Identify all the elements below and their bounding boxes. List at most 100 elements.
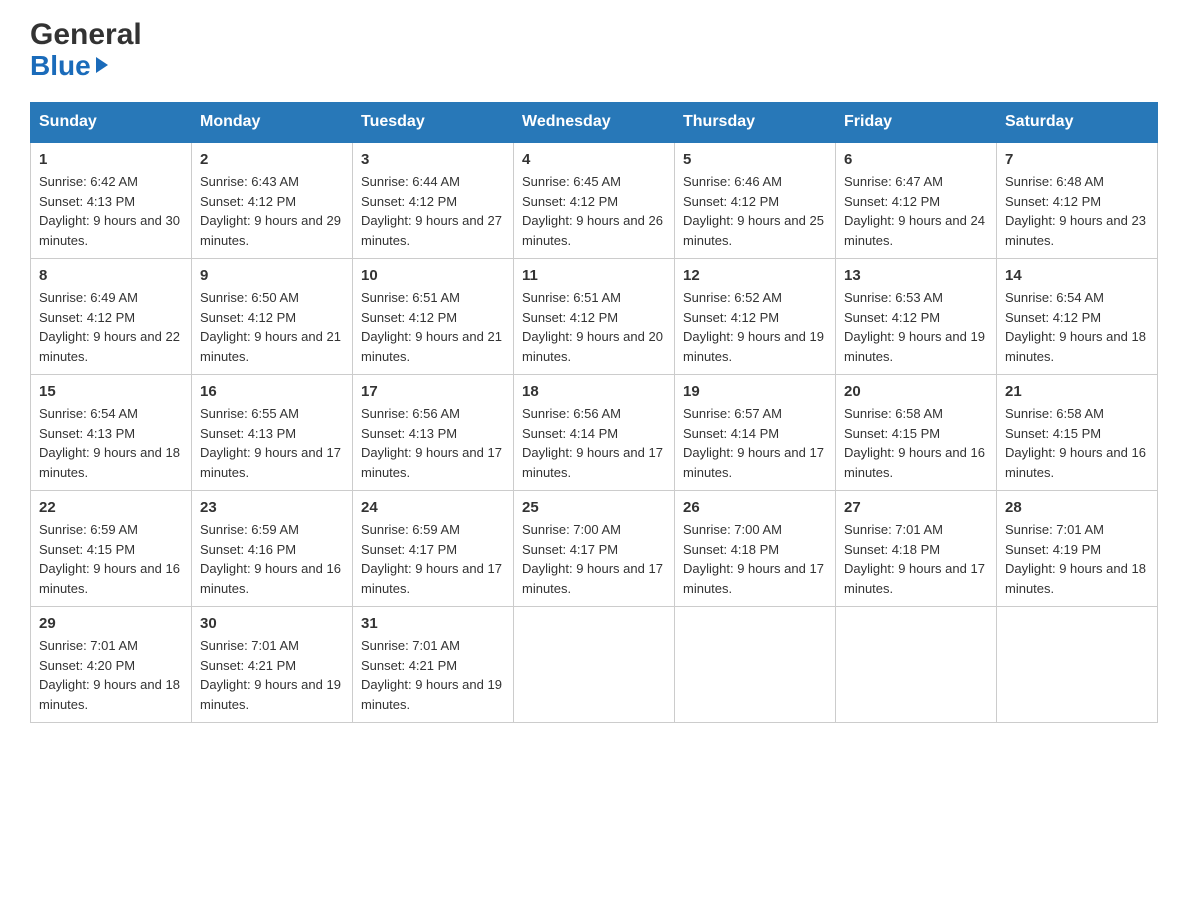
day-info: Sunrise: 6:59 AMSunset: 4:17 PMDaylight:… — [361, 520, 505, 598]
calendar-cell: 29 Sunrise: 7:01 AMSunset: 4:20 PMDaylig… — [31, 607, 192, 723]
weekday-header-sunday: Sunday — [31, 103, 192, 143]
day-number: 17 — [361, 383, 505, 400]
calendar-cell: 28 Sunrise: 7:01 AMSunset: 4:19 PMDaylig… — [997, 491, 1158, 607]
day-info: Sunrise: 7:01 AMSunset: 4:21 PMDaylight:… — [361, 636, 505, 714]
day-info: Sunrise: 6:58 AMSunset: 4:15 PMDaylight:… — [1005, 404, 1149, 482]
day-number: 18 — [522, 383, 666, 400]
weekday-header-friday: Friday — [836, 103, 997, 143]
day-number: 11 — [522, 267, 666, 284]
day-number: 6 — [844, 151, 988, 168]
calendar-cell: 31 Sunrise: 7:01 AMSunset: 4:21 PMDaylig… — [353, 607, 514, 723]
calendar-cell: 30 Sunrise: 7:01 AMSunset: 4:21 PMDaylig… — [192, 607, 353, 723]
day-info: Sunrise: 6:46 AMSunset: 4:12 PMDaylight:… — [683, 172, 827, 250]
calendar-cell: 16 Sunrise: 6:55 AMSunset: 4:13 PMDaylig… — [192, 375, 353, 491]
day-info: Sunrise: 7:01 AMSunset: 4:20 PMDaylight:… — [39, 636, 183, 714]
day-number: 20 — [844, 383, 988, 400]
calendar-cell: 20 Sunrise: 6:58 AMSunset: 4:15 PMDaylig… — [836, 375, 997, 491]
day-info: Sunrise: 6:50 AMSunset: 4:12 PMDaylight:… — [200, 288, 344, 366]
day-number: 26 — [683, 499, 827, 516]
day-number: 31 — [361, 615, 505, 632]
day-info: Sunrise: 6:45 AMSunset: 4:12 PMDaylight:… — [522, 172, 666, 250]
calendar-cell: 1 Sunrise: 6:42 AMSunset: 4:13 PMDayligh… — [31, 142, 192, 259]
calendar-body: 1 Sunrise: 6:42 AMSunset: 4:13 PMDayligh… — [31, 142, 1158, 723]
day-info: Sunrise: 7:01 AMSunset: 4:18 PMDaylight:… — [844, 520, 988, 598]
calendar-cell: 8 Sunrise: 6:49 AMSunset: 4:12 PMDayligh… — [31, 259, 192, 375]
page-header: General Blue — [30, 20, 1158, 82]
day-number: 13 — [844, 267, 988, 284]
weekday-header-tuesday: Tuesday — [353, 103, 514, 143]
calendar-cell: 24 Sunrise: 6:59 AMSunset: 4:17 PMDaylig… — [353, 491, 514, 607]
calendar-cell — [836, 607, 997, 723]
day-number: 12 — [683, 267, 827, 284]
calendar-cell: 26 Sunrise: 7:00 AMSunset: 4:18 PMDaylig… — [675, 491, 836, 607]
day-info: Sunrise: 6:47 AMSunset: 4:12 PMDaylight:… — [844, 172, 988, 250]
calendar-cell: 21 Sunrise: 6:58 AMSunset: 4:15 PMDaylig… — [997, 375, 1158, 491]
calendar-cell: 22 Sunrise: 6:59 AMSunset: 4:15 PMDaylig… — [31, 491, 192, 607]
logo-blue-row: Blue — [30, 50, 142, 82]
day-number: 29 — [39, 615, 183, 632]
day-info: Sunrise: 6:52 AMSunset: 4:12 PMDaylight:… — [683, 288, 827, 366]
day-info: Sunrise: 6:42 AMSunset: 4:13 PMDaylight:… — [39, 172, 183, 250]
calendar-cell: 19 Sunrise: 6:57 AMSunset: 4:14 PMDaylig… — [675, 375, 836, 491]
calendar-cell: 6 Sunrise: 6:47 AMSunset: 4:12 PMDayligh… — [836, 142, 997, 259]
calendar-cell: 12 Sunrise: 6:52 AMSunset: 4:12 PMDaylig… — [675, 259, 836, 375]
weekday-header-wednesday: Wednesday — [514, 103, 675, 143]
logo-blue-text: Blue — [30, 50, 91, 82]
day-number: 15 — [39, 383, 183, 400]
day-number: 19 — [683, 383, 827, 400]
day-info: Sunrise: 6:54 AMSunset: 4:12 PMDaylight:… — [1005, 288, 1149, 366]
day-number: 7 — [1005, 151, 1149, 168]
calendar-cell — [514, 607, 675, 723]
calendar-cell — [997, 607, 1158, 723]
day-info: Sunrise: 6:58 AMSunset: 4:15 PMDaylight:… — [844, 404, 988, 482]
day-info: Sunrise: 6:51 AMSunset: 4:12 PMDaylight:… — [361, 288, 505, 366]
day-number: 28 — [1005, 499, 1149, 516]
calendar-cell: 14 Sunrise: 6:54 AMSunset: 4:12 PMDaylig… — [997, 259, 1158, 375]
calendar-week-row: 1 Sunrise: 6:42 AMSunset: 4:13 PMDayligh… — [31, 142, 1158, 259]
calendar-cell: 23 Sunrise: 6:59 AMSunset: 4:16 PMDaylig… — [192, 491, 353, 607]
calendar-header: SundayMondayTuesdayWednesdayThursdayFrid… — [31, 103, 1158, 143]
calendar-cell: 27 Sunrise: 7:01 AMSunset: 4:18 PMDaylig… — [836, 491, 997, 607]
day-info: Sunrise: 6:59 AMSunset: 4:16 PMDaylight:… — [200, 520, 344, 598]
day-info: Sunrise: 7:00 AMSunset: 4:17 PMDaylight:… — [522, 520, 666, 598]
day-number: 21 — [1005, 383, 1149, 400]
calendar-cell: 2 Sunrise: 6:43 AMSunset: 4:12 PMDayligh… — [192, 142, 353, 259]
calendar-cell: 13 Sunrise: 6:53 AMSunset: 4:12 PMDaylig… — [836, 259, 997, 375]
day-number: 1 — [39, 151, 183, 168]
day-info: Sunrise: 6:53 AMSunset: 4:12 PMDaylight:… — [844, 288, 988, 366]
day-info: Sunrise: 6:48 AMSunset: 4:12 PMDaylight:… — [1005, 172, 1149, 250]
day-number: 23 — [200, 499, 344, 516]
day-info: Sunrise: 6:54 AMSunset: 4:13 PMDaylight:… — [39, 404, 183, 482]
day-info: Sunrise: 6:55 AMSunset: 4:13 PMDaylight:… — [200, 404, 344, 482]
day-number: 5 — [683, 151, 827, 168]
calendar-cell: 15 Sunrise: 6:54 AMSunset: 4:13 PMDaylig… — [31, 375, 192, 491]
calendar-cell: 25 Sunrise: 7:00 AMSunset: 4:17 PMDaylig… — [514, 491, 675, 607]
day-info: Sunrise: 6:44 AMSunset: 4:12 PMDaylight:… — [361, 172, 505, 250]
day-number: 27 — [844, 499, 988, 516]
day-number: 3 — [361, 151, 505, 168]
calendar-cell — [675, 607, 836, 723]
weekday-header-row: SundayMondayTuesdayWednesdayThursdayFrid… — [31, 103, 1158, 143]
day-info: Sunrise: 7:01 AMSunset: 4:19 PMDaylight:… — [1005, 520, 1149, 598]
day-number: 30 — [200, 615, 344, 632]
day-info: Sunrise: 6:56 AMSunset: 4:14 PMDaylight:… — [522, 404, 666, 482]
calendar-cell: 4 Sunrise: 6:45 AMSunset: 4:12 PMDayligh… — [514, 142, 675, 259]
calendar-table: SundayMondayTuesdayWednesdayThursdayFrid… — [30, 102, 1158, 723]
calendar-cell: 5 Sunrise: 6:46 AMSunset: 4:12 PMDayligh… — [675, 142, 836, 259]
day-number: 9 — [200, 267, 344, 284]
day-number: 14 — [1005, 267, 1149, 284]
day-info: Sunrise: 6:51 AMSunset: 4:12 PMDaylight:… — [522, 288, 666, 366]
day-number: 22 — [39, 499, 183, 516]
calendar-cell: 18 Sunrise: 6:56 AMSunset: 4:14 PMDaylig… — [514, 375, 675, 491]
logo-general: General — [30, 20, 142, 50]
calendar-cell: 3 Sunrise: 6:44 AMSunset: 4:12 PMDayligh… — [353, 142, 514, 259]
logo: General Blue — [30, 20, 142, 82]
day-number: 8 — [39, 267, 183, 284]
day-info: Sunrise: 6:59 AMSunset: 4:15 PMDaylight:… — [39, 520, 183, 598]
day-info: Sunrise: 6:43 AMSunset: 4:12 PMDaylight:… — [200, 172, 344, 250]
weekday-header-thursday: Thursday — [675, 103, 836, 143]
calendar-week-row: 22 Sunrise: 6:59 AMSunset: 4:15 PMDaylig… — [31, 491, 1158, 607]
calendar-cell: 7 Sunrise: 6:48 AMSunset: 4:12 PMDayligh… — [997, 142, 1158, 259]
day-info: Sunrise: 6:57 AMSunset: 4:14 PMDaylight:… — [683, 404, 827, 482]
day-info: Sunrise: 6:49 AMSunset: 4:12 PMDaylight:… — [39, 288, 183, 366]
